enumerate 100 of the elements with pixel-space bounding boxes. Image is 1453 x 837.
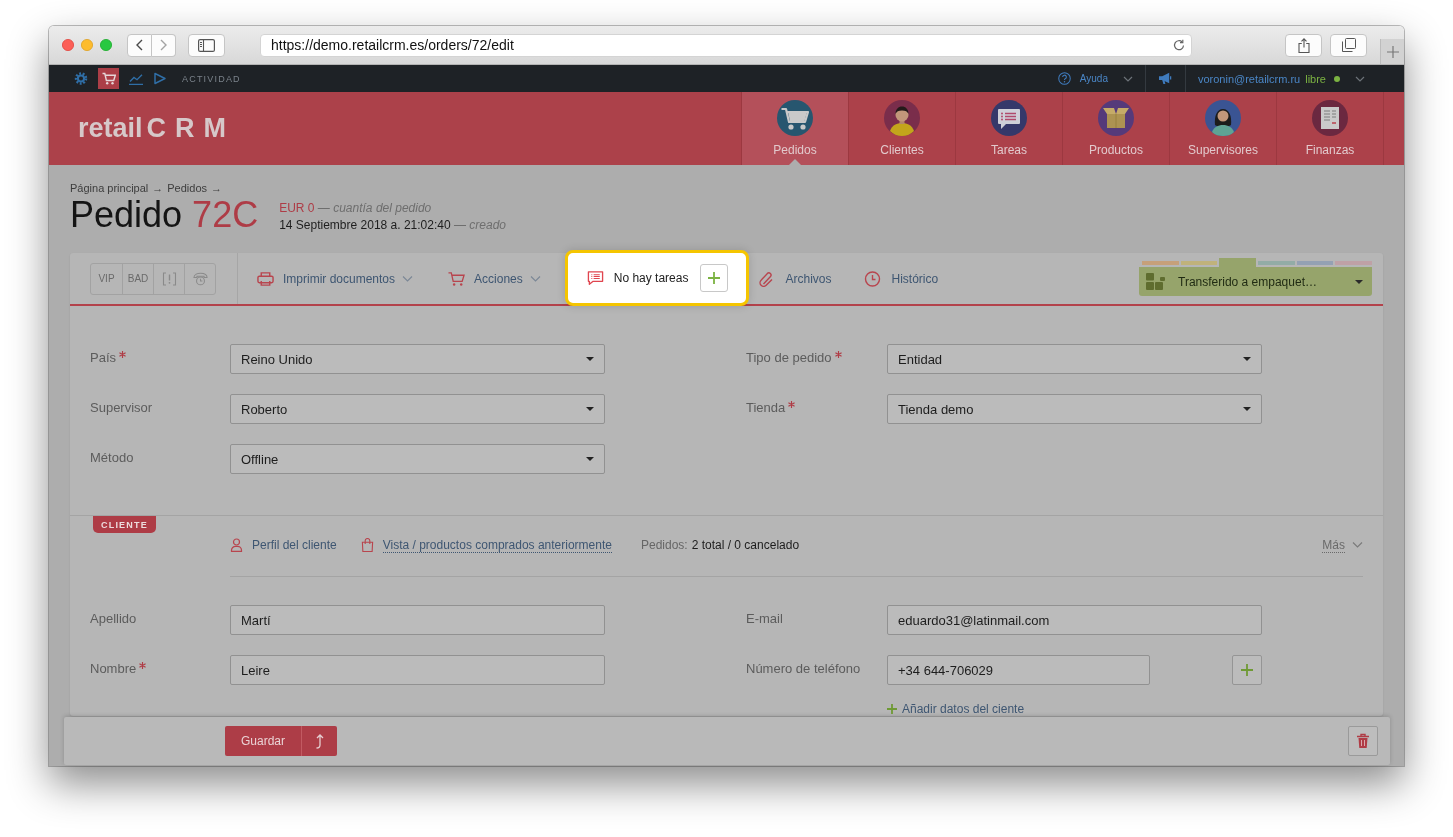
field-label: Número de teléfono (746, 661, 861, 676)
sidebar-icon (198, 38, 215, 52)
select-field[interactable]: Offline (230, 444, 605, 474)
section-tag: CLIENTE (93, 516, 156, 533)
select-field[interactable]: Reino Unido (230, 344, 605, 374)
order-amount: EUR 0 — cuantía del pedido (279, 200, 433, 217)
toolbar-dropdown-button[interactable]: Acciones (448, 270, 541, 287)
help-link[interactable]: Ayuda (1079, 73, 1108, 84)
toolbar-link[interactable]: Archivos (758, 270, 832, 287)
caret-icon (1355, 279, 1363, 284)
tag-toggle[interactable]: BAD (122, 263, 153, 294)
arrow-icon (314, 733, 325, 749)
field-label: Método (90, 450, 134, 465)
input-field[interactable]: Martí (230, 605, 605, 635)
clock-icon (864, 270, 882, 287)
orders-label: Pedidos: (640, 538, 688, 552)
input-field[interactable]: Leire (230, 655, 605, 685)
nav-tab[interactable]: Supervisores (1169, 92, 1276, 165)
user-email[interactable]: voronin@retailcrm.ru (1197, 72, 1301, 85)
share-icon (1297, 37, 1310, 53)
tasks-link[interactable]: No hay tareas (613, 271, 689, 285)
input-field[interactable]: eduardo31@latinmail.com (887, 605, 1262, 635)
play-icon[interactable] (153, 72, 167, 85)
nav-tab[interactable]: Finanzas (1276, 92, 1383, 165)
new-tab-button[interactable] (1380, 39, 1404, 64)
add-phone-button[interactable] (1232, 655, 1262, 685)
sidebar-button[interactable] (188, 33, 225, 57)
reload-icon[interactable] (1173, 39, 1185, 51)
orders-count: 2 total / 0 cancelado (691, 538, 800, 552)
cart-icon (777, 100, 813, 136)
select-field[interactable]: Tienda demo (887, 394, 1262, 424)
cart-icon (448, 270, 466, 287)
zoom-window-icon[interactable] (100, 39, 112, 51)
logo[interactable]: retail CRM (78, 113, 236, 144)
minimize-window-icon[interactable] (81, 39, 93, 51)
delete-button[interactable] (1348, 726, 1378, 756)
toolbar-dropdown-button[interactable]: Imprimir documentos (257, 270, 414, 287)
field-label: Apellido (90, 611, 137, 626)
status-dot-icon (1334, 75, 1340, 82)
shopping-bag-icon (360, 538, 374, 552)
add-data-link[interactable]: Añadir datos del ciente (887, 702, 1025, 716)
input-field[interactable]: +34 644-706029 (887, 655, 1150, 685)
status-dropdown[interactable]: Transferido a empaquet… (1139, 267, 1372, 296)
document-icon (1312, 100, 1348, 136)
nav-tab[interactable]: Productos (1062, 92, 1169, 165)
tabs-icon (1341, 38, 1356, 52)
cart-icon[interactable] (98, 68, 119, 89)
chevron-down-icon (1352, 542, 1363, 548)
arrow-button[interactable] (301, 726, 337, 756)
megaphone-icon[interactable] (1157, 72, 1173, 85)
breadcrumb-separator: → (211, 181, 223, 195)
address-field[interactable]: https://demo.retailcrm.es/orders/72/edit (260, 33, 1192, 57)
caret-icon (1243, 357, 1251, 361)
nav-tab[interactable]: Tareas (955, 92, 1062, 165)
breadcrumb-separator: → (152, 181, 164, 195)
field-label: Nombre (90, 661, 137, 676)
field-label: País (90, 350, 116, 365)
plus-icon (887, 704, 897, 714)
boxes-icon (1146, 272, 1166, 291)
breadcrumb-link[interactable]: Pedidos (167, 181, 208, 195)
tag-toggle[interactable]: VIP (91, 263, 122, 294)
trash-icon (1356, 733, 1370, 749)
nav-tab[interactable]: Clientes (848, 92, 955, 165)
person-avatar-icon (884, 100, 920, 136)
caret-icon (586, 407, 594, 411)
activity-label[interactable]: ACTIVIDAD (182, 73, 241, 84)
share-button[interactable] (1285, 33, 1322, 57)
tabs-button[interactable] (1330, 33, 1367, 57)
forward-button[interactable] (152, 33, 176, 57)
gear-icon[interactable] (74, 72, 88, 85)
breadcrumb-link[interactable]: Página principal (70, 181, 149, 195)
plus-icon (708, 272, 721, 284)
chevron-down-icon[interactable] (1355, 75, 1365, 82)
toolbar-link[interactable]: Histórico (864, 270, 939, 287)
back-button[interactable] (127, 33, 152, 57)
caret-icon (586, 457, 594, 461)
caret-icon (1243, 407, 1251, 411)
close-window-icon[interactable] (62, 39, 74, 51)
save-button[interactable]: Guardar (225, 726, 301, 756)
client-link[interactable]: Perfil del cliente (230, 538, 337, 552)
client-link[interactable]: Vista / productos comprados anteriormente (360, 537, 612, 553)
field-label: E-mail (746, 611, 783, 626)
chevron-down-icon[interactable] (1122, 75, 1133, 82)
printer-icon (257, 270, 274, 287)
chevron-right-icon (160, 39, 167, 51)
select-field[interactable]: Entidad (887, 344, 1262, 374)
caret-icon (586, 357, 594, 361)
chat-icon (586, 270, 604, 286)
box-icon (1098, 100, 1134, 136)
order-created: 14 Septiembre 2018 a. 21:02:40 — creado (279, 217, 506, 234)
field-label: Tienda (746, 400, 786, 415)
add-task-button[interactable] (700, 264, 729, 292)
select-field[interactable]: Roberto (230, 394, 605, 424)
person-avatar-icon (1205, 100, 1241, 136)
line-chart-icon[interactable] (129, 72, 143, 85)
nav-tab[interactable]: Pedidos (741, 92, 848, 165)
chevron-left-icon (136, 39, 143, 51)
more-button[interactable]: Más (1322, 537, 1363, 553)
person-icon (230, 538, 243, 552)
help-icon[interactable] (1057, 72, 1071, 85)
